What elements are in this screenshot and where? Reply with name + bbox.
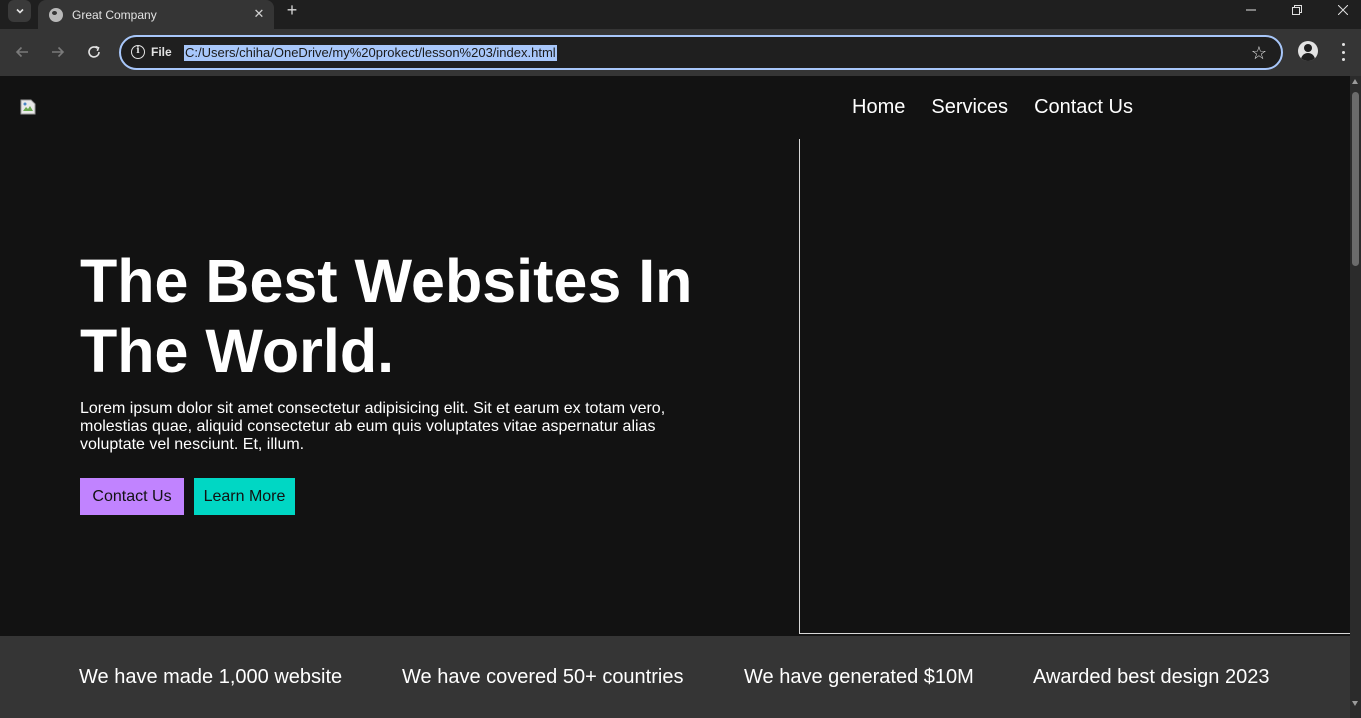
tab-search-button[interactable] bbox=[8, 0, 31, 22]
stat-websites: We have made 1,000 website bbox=[79, 666, 343, 688]
url-input[interactable]: C:/Users/chiha/OneDrive/my%20prokect/les… bbox=[184, 45, 557, 61]
minimize-icon bbox=[1246, 9, 1256, 11]
restore-button[interactable] bbox=[1274, 0, 1320, 20]
tab-strip: Great Company ✕ + bbox=[0, 0, 1361, 29]
reload-icon bbox=[88, 45, 100, 58]
site-info-label: File bbox=[151, 45, 172, 59]
chevron-down-icon bbox=[15, 8, 24, 14]
close-icon bbox=[1338, 5, 1348, 15]
back-button[interactable] bbox=[11, 41, 33, 63]
globe-icon bbox=[49, 7, 63, 22]
contact-us-button[interactable]: Contact Us bbox=[80, 478, 184, 515]
hero-title: The Best Websites In The World. bbox=[80, 247, 693, 385]
new-tab-button[interactable]: + bbox=[283, 1, 301, 19]
restore-icon bbox=[1292, 5, 1302, 15]
scroll-up-icon[interactable] bbox=[1352, 79, 1358, 84]
broken-image-icon bbox=[20, 99, 36, 115]
page-scrollbar[interactable] bbox=[1350, 76, 1361, 718]
learn-more-button[interactable]: Learn More bbox=[194, 478, 295, 515]
stat-award: Awarded best design 2023 bbox=[1033, 666, 1270, 688]
web-page: Home Services Contact Us The Best Websit… bbox=[0, 76, 1350, 718]
stats-bar: We have made 1,000 website We have cover… bbox=[0, 636, 1350, 718]
browser-tab[interactable]: Great Company ✕ bbox=[38, 0, 274, 29]
star-icon[interactable]: ☆ bbox=[1251, 43, 1267, 63]
scroll-thumb[interactable] bbox=[1352, 92, 1359, 266]
close-icon[interactable]: ✕ bbox=[252, 7, 266, 21]
arrow-right-icon bbox=[52, 46, 65, 58]
arrow-left-icon bbox=[15, 46, 28, 58]
person-icon[interactable] bbox=[1298, 41, 1318, 61]
minimize-button[interactable] bbox=[1228, 0, 1274, 20]
window-close-button[interactable] bbox=[1320, 0, 1361, 20]
main-nav: Home Services Contact Us bbox=[852, 96, 1133, 119]
stat-countries: We have covered 50+ countries bbox=[402, 666, 684, 688]
stat-revenue: We have generated $10M bbox=[744, 666, 974, 688]
reload-button[interactable] bbox=[83, 41, 105, 63]
forward-button[interactable] bbox=[47, 41, 69, 63]
more-vert-icon[interactable] bbox=[1336, 43, 1350, 61]
hero-text: Lorem ipsum dolor sit amet consectetur a… bbox=[80, 400, 666, 453]
site-info-button[interactable]: i File bbox=[131, 45, 172, 59]
hero-image-frame bbox=[799, 139, 1350, 634]
address-bar[interactable]: i File C:/Users/chiha/OneDrive/my%20prok… bbox=[119, 35, 1283, 70]
nav-link-contact[interactable]: Contact Us bbox=[1034, 96, 1133, 119]
nav-link-home[interactable]: Home bbox=[852, 96, 905, 119]
tab-title: Great Company bbox=[72, 7, 157, 22]
info-icon: i bbox=[131, 45, 145, 59]
scroll-down-icon[interactable] bbox=[1352, 701, 1358, 706]
browser-toolbar: i File C:/Users/chiha/OneDrive/my%20prok… bbox=[0, 29, 1361, 76]
nav-link-services[interactable]: Services bbox=[931, 96, 1008, 119]
